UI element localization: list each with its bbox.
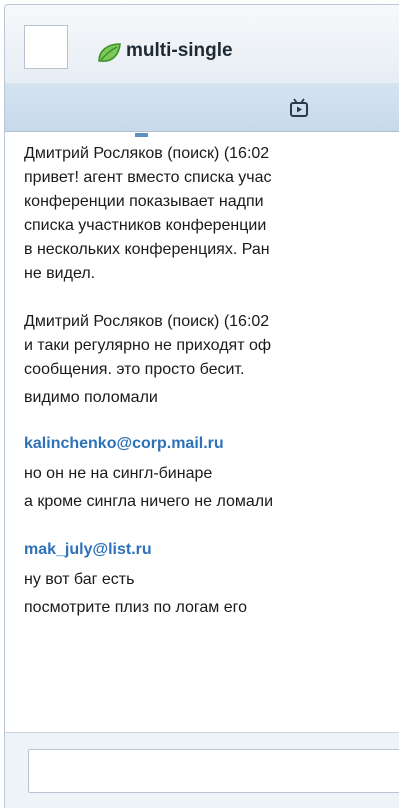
message-line: Дмитрий Росляков (поиск) (16:02 (24, 145, 270, 162)
message-line: а кроме сингла ничего не ломали (24, 493, 274, 510)
chat-window: multi-single Дмитрий Росляков (поиск) (1… (4, 4, 399, 808)
message-line: конференции показывает надпи (24, 193, 264, 210)
message-line: не видел. (24, 265, 96, 282)
message-line: видимо поломали (24, 389, 158, 406)
message-line: ну вот баг есть (24, 571, 135, 588)
tv-icon[interactable] (288, 97, 310, 119)
avatar[interactable] (24, 25, 68, 69)
message-line: привет! агент вместо списка учас (24, 169, 272, 186)
message-line: сообщения. это просто бесит. (24, 361, 245, 378)
message-sender[interactable]: mak_july@list.ru (24, 540, 152, 560)
message-line: посмотрите плиз по логам его (24, 599, 248, 616)
message-line: в нескольких конференциях. Ран (24, 241, 270, 258)
message-list[interactable]: Дмитрий Росляков (поиск) (16:02 привет! … (5, 132, 399, 732)
message-line: и таки регулярно не приходят оф (24, 337, 272, 354)
toolbar (5, 83, 399, 132)
message-line: списка участников конференции (24, 217, 267, 234)
leaf-status-icon (98, 43, 121, 62)
message-sender[interactable]: kalinchenko@corp.mail.ru (24, 434, 224, 454)
scroll-indicator (135, 133, 148, 137)
message-input[interactable] (28, 749, 399, 793)
chat-header: multi-single (5, 5, 399, 84)
chat-title: multi-single (126, 40, 233, 61)
compose-area (5, 732, 399, 808)
message-line: но он не на сингл-бинаре (24, 465, 213, 482)
message-line: Дмитрий Росляков (поиск) (16:02 (24, 313, 270, 330)
